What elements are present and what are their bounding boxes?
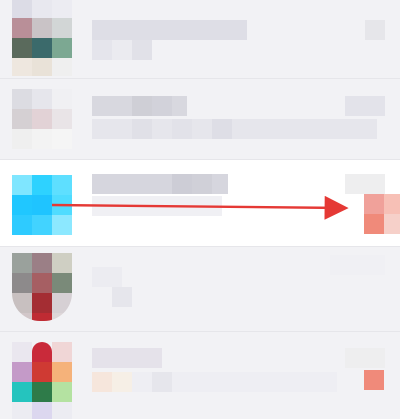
avatar [12, 175, 72, 235]
avatar [12, 253, 72, 321]
conversation-time-blurred [365, 20, 385, 40]
conversation-row-highlighted[interactable] [0, 160, 400, 246]
avatar [12, 342, 72, 419]
conversation-list [0, 0, 400, 419]
conversation-name-blurred [92, 20, 247, 40]
conversation-name-blurred [92, 267, 122, 287]
conversation-time-blurred [345, 174, 385, 194]
conversation-preview-blurred [92, 196, 222, 216]
conversation-time-blurred [345, 348, 385, 368]
conversation-row[interactable] [0, 332, 400, 419]
conversation-name-blurred [92, 348, 162, 368]
conversation-time-blurred [345, 96, 385, 116]
conversation-row[interactable] [0, 0, 400, 78]
conversation-row[interactable] [0, 79, 400, 159]
unread-badge [364, 194, 400, 234]
avatar [12, 0, 72, 76]
unread-badge [364, 370, 384, 390]
conversation-time-blurred [330, 255, 385, 275]
avatar [12, 89, 72, 149]
conversation-row[interactable] [0, 247, 400, 331]
